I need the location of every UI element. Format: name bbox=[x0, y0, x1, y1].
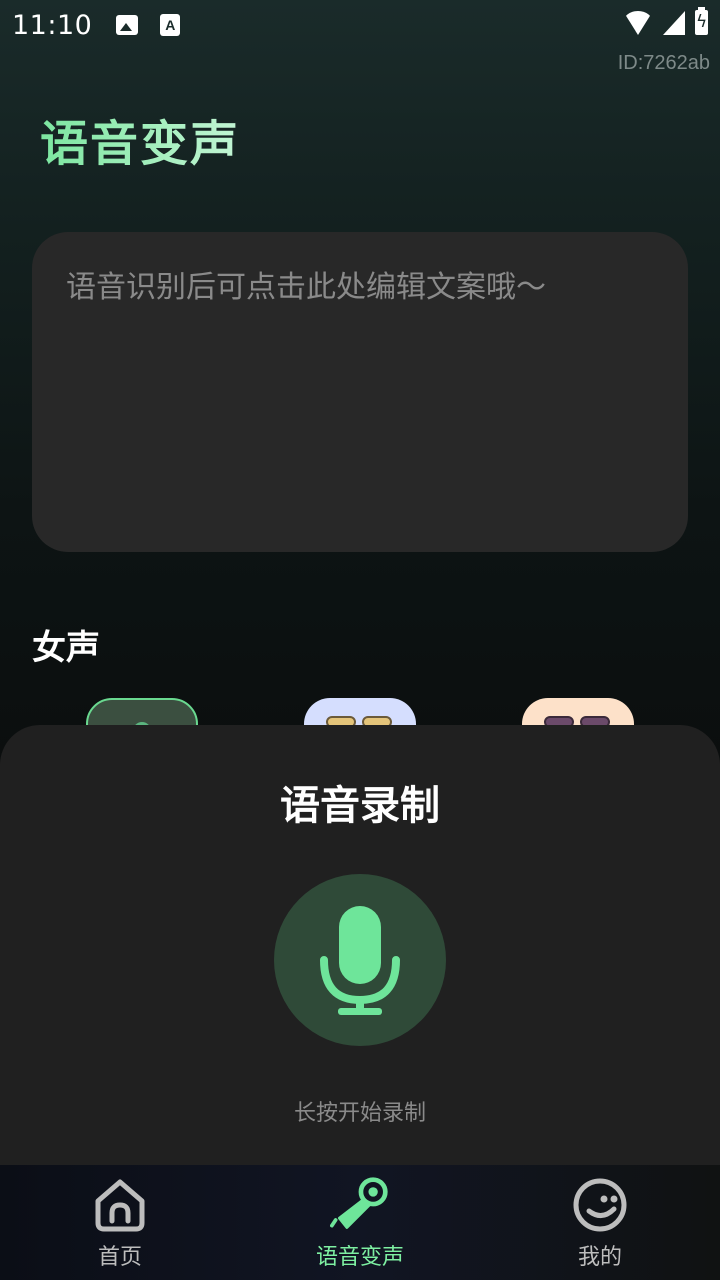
voice-change-icon bbox=[330, 1177, 388, 1229]
nav-item-voice-change[interactable]: 语音变声 bbox=[240, 1165, 480, 1280]
signal-icon bbox=[663, 10, 685, 35]
section-title-female-voice: 女声 bbox=[32, 628, 100, 668]
image-notification-icon bbox=[116, 15, 139, 35]
wifi-icon bbox=[623, 10, 653, 35]
smile-icon bbox=[573, 1178, 627, 1232]
user-id: ID:7262ab bbox=[617, 52, 710, 74]
record-hint: 长按开始录制 bbox=[293, 1101, 426, 1126]
record-bottom-sheet: 语音录制 长按开始录制 bbox=[0, 725, 720, 1165]
status-bar: 11:10 A bbox=[0, 0, 720, 50]
nav-label-mine: 我的 bbox=[577, 1245, 622, 1270]
text-notification-icon: A bbox=[160, 14, 181, 36]
page-title: 语音变声 bbox=[40, 104, 240, 174]
sheet-title: 语音录制 bbox=[280, 783, 440, 829]
nav-label-home: 首页 bbox=[97, 1245, 142, 1270]
microphone-icon bbox=[320, 906, 400, 1015]
record-mic-button[interactable] bbox=[274, 874, 446, 1046]
battery-charging-icon bbox=[695, 7, 708, 35]
nav-item-mine[interactable]: 我的 bbox=[480, 1165, 720, 1280]
editor-placeholder: 语音识别后可点击此处编辑文案哦～ bbox=[66, 270, 546, 305]
status-time: 11:10 bbox=[12, 9, 93, 41]
nav-label-voice-change: 语音变声 bbox=[315, 1245, 404, 1270]
home-icon bbox=[95, 1179, 145, 1232]
text-editor-box[interactable]: 语音识别后可点击此处编辑文案哦～ bbox=[32, 232, 688, 552]
bottom-nav: 首页 语音变声 我的 bbox=[0, 1165, 720, 1280]
nav-item-home[interactable]: 首页 bbox=[0, 1165, 240, 1280]
